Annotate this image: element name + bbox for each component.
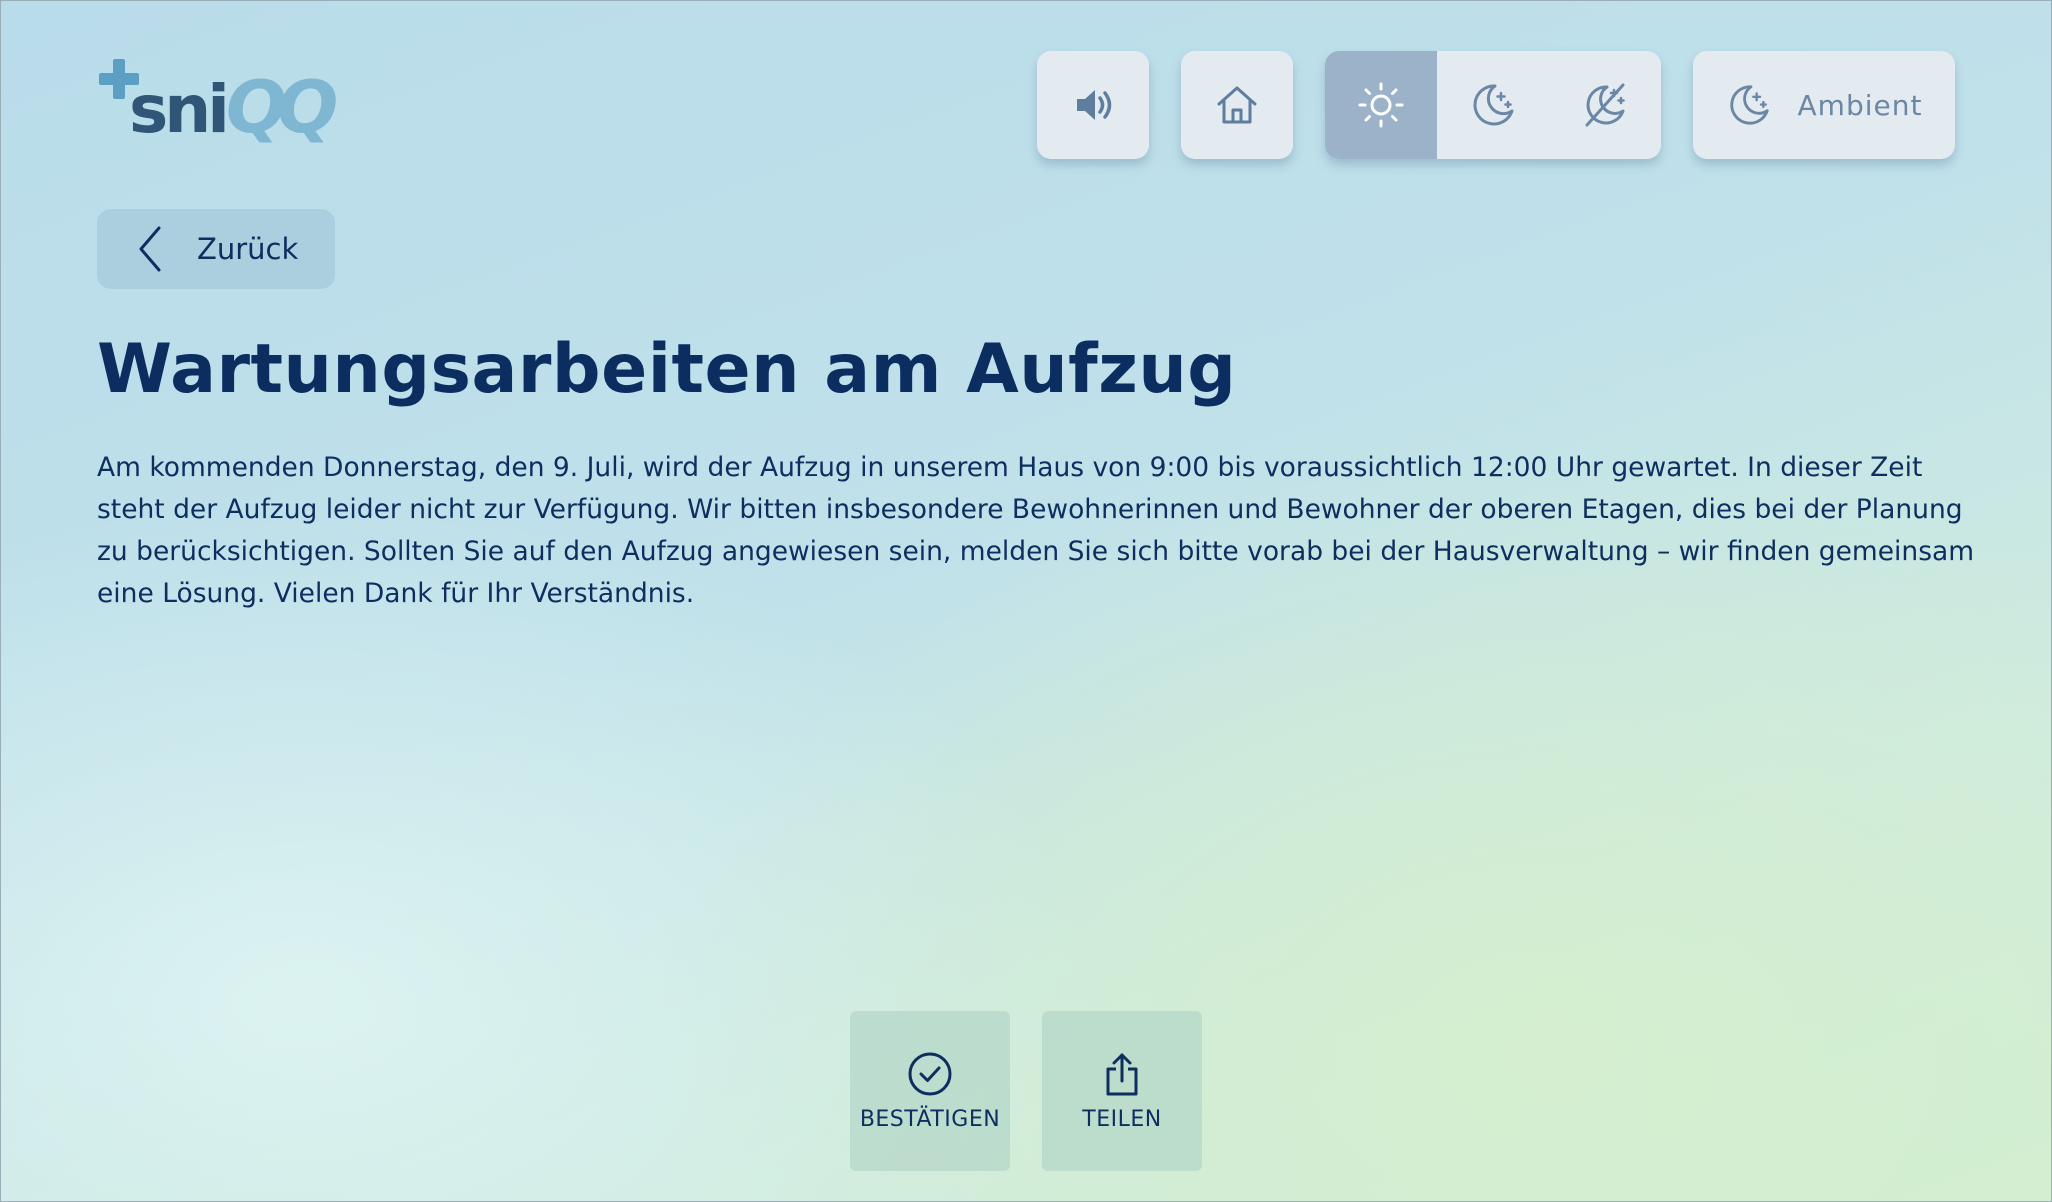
sound-button[interactable] — [1037, 51, 1149, 159]
mode-night-off-button[interactable] — [1549, 51, 1661, 159]
ambient-label: Ambient — [1797, 88, 1923, 122]
logo-text: sni — [129, 71, 230, 148]
page-title: Wartungsarbeiten am Aufzug — [97, 330, 1237, 409]
moon-icon — [1473, 84, 1514, 126]
display-mode-selector — [1325, 51, 1661, 159]
mode-day-button[interactable] — [1325, 51, 1437, 159]
confirm-label: BESTÄTIGEN — [859, 1106, 1001, 1132]
share-icon — [1106, 1053, 1138, 1095]
sun-icon — [1358, 82, 1404, 128]
app-logo: sniQQ — [97, 57, 345, 153]
logo-wordmark: sniQQ — [129, 71, 338, 143]
moon-icon — [1729, 85, 1769, 125]
mode-night-button[interactable] — [1437, 51, 1549, 159]
back-button[interactable]: Zurück — [97, 209, 335, 289]
ambient-button[interactable]: Ambient — [1693, 51, 1955, 159]
back-label: Zurück — [197, 232, 299, 266]
share-button[interactable]: TEILEN — [1042, 1011, 1202, 1171]
logo-qq: QQ — [225, 65, 338, 149]
chevron-left-icon — [139, 226, 161, 272]
home-button[interactable] — [1181, 51, 1293, 159]
home-icon — [1217, 86, 1257, 124]
article-body: Am kommenden Donnerstag, den 9. Juli, wi… — [97, 452, 1975, 609]
night-off-icon — [1585, 83, 1625, 127]
share-label: TEILEN — [1082, 1106, 1162, 1132]
speaker-icon — [1077, 90, 1112, 120]
check-circle-icon — [908, 1052, 952, 1095]
confirm-button[interactable]: BESTÄTIGEN — [850, 1011, 1010, 1171]
